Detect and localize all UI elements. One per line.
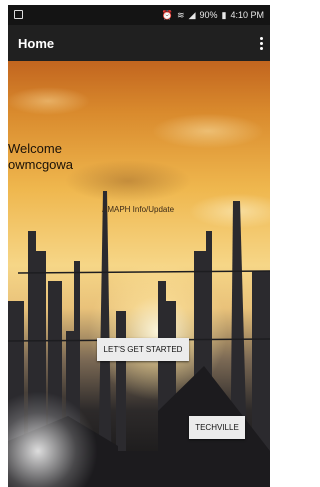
app-bar: Home <box>8 25 270 61</box>
username: owmcgowa <box>8 157 74 172</box>
battery-percent: 90% <box>199 10 218 20</box>
page-title: Home <box>18 36 55 51</box>
status-bar: ⏰ ≋ ◢ 90% ▮ 4:10 PM <box>8 5 270 25</box>
overflow-menu-icon[interactable] <box>260 37 264 50</box>
info-update-link[interactable]: AMAPH Info/Update <box>102 205 174 214</box>
welcome-text: Welcome owmcgowa <box>8 141 73 173</box>
light-mist <box>8 391 98 487</box>
get-started-button[interactable]: LET'S GET STARTED <box>97 338 189 361</box>
wifi-icon: ≋ <box>177 10 185 20</box>
phone-screen: ⏰ ≋ ◢ 90% ▮ 4:10 PM Home Welcome owmcgow… <box>8 5 270 487</box>
welcome-label: Welcome <box>8 141 62 156</box>
signal-icon: ◢ <box>188 10 196 20</box>
battery-icon: ▮ <box>221 10 227 20</box>
clock: 4:10 PM <box>230 10 264 20</box>
alarm-icon: ⏰ <box>161 10 174 20</box>
image-icon <box>14 10 23 19</box>
techville-button[interactable]: TECHVILLE <box>189 416 245 439</box>
